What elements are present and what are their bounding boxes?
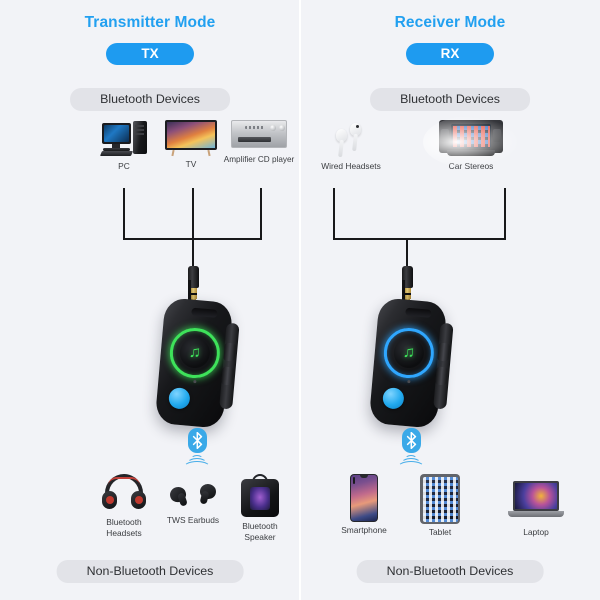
adapter-volume-down-button[interactable] <box>221 366 234 386</box>
adapter-led-glyph: ♫ <box>402 343 416 362</box>
wired-earbuds-icon <box>330 120 372 158</box>
signal-waves-icon <box>391 454 431 470</box>
speaker-icon <box>241 474 279 518</box>
device-label: Wired Headsets <box>321 161 381 171</box>
desktop-computer-icon <box>99 120 147 158</box>
adapter-top-cap <box>191 307 218 318</box>
smartphone-icon <box>350 474 378 522</box>
device-car-stereos: Car Stereos <box>423 116 519 172</box>
bracket-drop-left <box>333 188 336 240</box>
adapter-body: ♫ <box>368 297 450 429</box>
receiver-output-device-row: Wired Headsets Car Stereos <box>300 116 600 190</box>
device-label: Bluetooth Headsets <box>106 517 142 538</box>
receiver-bluetooth-devices-pill: Bluetooth Devices <box>370 88 530 111</box>
device-bluetooth-speaker: Bluetooth Speaker <box>234 474 286 542</box>
receiver-panel: Receiver Mode RX Bluetooth Devices Wired… <box>300 0 600 600</box>
adapter-led-center: ♫ <box>178 336 212 370</box>
device-amplifier: Amplifier CD player <box>223 120 295 166</box>
adapter-body: ♫ <box>154 297 236 429</box>
transmitter-non-bluetooth-devices-pill: Non-Bluetooth Devices <box>56 560 244 583</box>
device-tws-earbuds: TWS Earbuds <box>163 474 223 526</box>
device-label: TWS Earbuds <box>166 515 220 525</box>
adapter-top-cap <box>405 307 432 318</box>
bluetooth-icon <box>401 428 421 453</box>
device-label: Car Stereos <box>448 161 494 171</box>
tablet-icon <box>420 474 460 524</box>
adapter-led-center: ♫ <box>392 336 426 370</box>
signal-waves-icon <box>177 454 217 470</box>
rx-badge: RX <box>406 43 494 65</box>
transmitter-bluetooth-signal <box>177 428 217 472</box>
receiver-bluetooth-signal <box>391 428 431 472</box>
adapter-volume-down-button[interactable] <box>435 366 448 386</box>
television-icon <box>165 120 217 157</box>
transmitter-adapter-device: ♫ <box>148 280 244 436</box>
bracket-drop-right <box>260 188 263 240</box>
tx-badge: TX <box>106 43 194 65</box>
adapter-led-ring: ♫ <box>167 325 222 381</box>
device-laptop: Laptop <box>481 474 591 538</box>
headphones-icon <box>102 474 146 514</box>
bracket-drop-left <box>123 188 126 240</box>
device-label: Tablet <box>428 527 452 537</box>
earbuds-icon <box>168 482 217 508</box>
adapter-multifunction-button[interactable] <box>167 386 191 410</box>
transmitter-output-device-row: Bluetooth Headsets TWS Earbuds Bluetooth… <box>0 474 300 544</box>
adapter-mic-icon <box>407 380 411 383</box>
adapter-led-ring: ♫ <box>381 325 436 381</box>
receiver-adapter-device: ♫ <box>362 280 458 436</box>
adapter-led-glyph: ♫ <box>188 343 202 362</box>
transmitter-source-device-row: PC TV Amplifier CD player <box>0 120 300 190</box>
bracket-bus <box>333 238 506 241</box>
amplifier-cd-player-icon <box>231 120 287 152</box>
device-label: TV <box>185 159 197 169</box>
adapter-mic-icon <box>193 380 197 383</box>
device-pc: PC <box>99 120 148 172</box>
adapter-multifunction-button[interactable] <box>381 386 405 410</box>
device-tv: TV <box>165 120 217 170</box>
receiver-non-bluetooth-devices-pill: Non-Bluetooth Devices <box>356 560 544 583</box>
device-tablet: Tablet <box>384 474 496 538</box>
bracket-cable <box>192 238 195 268</box>
car-stereo-icon <box>423 116 519 168</box>
transmitter-connection-bracket <box>0 182 300 303</box>
bracket-drop-center <box>192 188 195 240</box>
receiver-source-device-row: Smartphone Tablet Laptop <box>300 474 600 544</box>
device-label: Amplifier CD player <box>223 155 295 164</box>
receiver-mode-title: Receiver Mode <box>394 14 506 31</box>
device-bluetooth-headsets: Bluetooth Headsets <box>98 474 150 538</box>
bluetooth-icon <box>187 428 207 453</box>
bracket-drop-right <box>504 188 507 240</box>
transmitter-mode-title: Transmitter Mode <box>84 14 216 31</box>
transmitter-panel: Transmitter Mode TX Bluetooth Devices PC… <box>0 0 300 600</box>
infographic-board: Transmitter Mode TX Bluetooth Devices PC… <box>0 0 600 600</box>
device-label: Bluetooth Speaker <box>242 521 278 542</box>
laptop-icon <box>508 481 564 521</box>
receiver-connection-bracket <box>300 182 600 303</box>
bracket-cable <box>406 238 409 268</box>
adapter-volume-up-button[interactable] <box>223 342 236 362</box>
device-label: Laptop <box>523 527 549 537</box>
transmitter-bluetooth-devices-pill: Bluetooth Devices <box>70 88 230 111</box>
device-label: PC <box>118 161 130 171</box>
adapter-volume-up-button[interactable] <box>437 342 450 362</box>
device-wired-headsets: Wired Headsets <box>315 120 387 172</box>
